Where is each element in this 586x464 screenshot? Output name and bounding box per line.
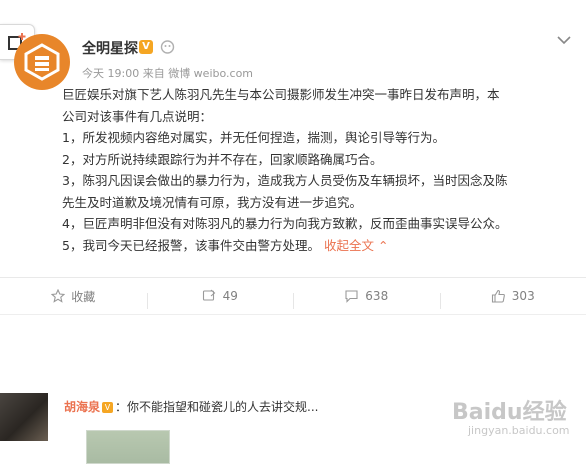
favorite-button[interactable]: 收藏	[0, 288, 147, 305]
post-paragraph: 4，巨匠声明非但没有对陈羽凡的暴力行为向我方致歉，反而歪曲事实误导公众。	[62, 213, 582, 235]
action-bar: 收藏 49 638 303	[0, 278, 586, 314]
watermark: Baidu经验 jingyan.baidu.com	[452, 394, 582, 450]
comment-count: 638	[365, 289, 388, 303]
collapse-arrow-icon: ⌃	[378, 238, 388, 253]
post-paragraph-text: 5，我司今天已经报警，该事件交由警方处理。	[62, 238, 320, 253]
like-count: 303	[512, 289, 535, 303]
section-separator	[0, 314, 586, 371]
member-icon[interactable]	[160, 40, 175, 54]
thumbs-up-icon	[491, 289, 506, 303]
post-body: 巨匠娱乐对旗下艺人陈羽凡先生与本公司摄影师发生冲突一事昨日发布声明，本 公司对该…	[62, 84, 582, 256]
post-paragraph: 1，所发视频内容绝对属实，并无任何捏造，揣测，舆论引导等行为。	[62, 127, 582, 149]
post-paragraph: 公司对该事件有几点说明：	[62, 106, 582, 128]
comment-verified-badge: V	[102, 402, 113, 413]
collapse-label: 收起全文	[324, 238, 374, 253]
author-name[interactable]: 全明星探	[82, 38, 138, 58]
post-paragraph: 2，对方所说持续跟踪行为并不存在，回家顺路确属巧合。	[62, 149, 582, 171]
post-paragraph-last: 5，我司今天已经报警，该事件交由警方处理。 收起全文 ⌃	[62, 235, 582, 257]
comment-icon	[344, 289, 359, 303]
favorite-label: 收藏	[71, 288, 95, 305]
comment-username[interactable]: 胡海泉	[64, 400, 100, 414]
comment: 胡海泉V：你不能指望和碰瓷儿的人去讲交规...	[64, 398, 318, 415]
like-button[interactable]: 303	[440, 289, 586, 303]
comment-text: ：你不能指望和碰瓷儿的人去讲交规...	[115, 400, 318, 414]
post-meta: 今天 19:00 来自 微博 weibo.com	[82, 65, 253, 81]
author-avatar[interactable]	[14, 34, 70, 90]
watermark-main: Baidu经验	[452, 394, 582, 426]
repost-icon	[202, 289, 217, 303]
watermark-sub: jingyan.baidu.com	[468, 424, 582, 437]
comment-avatar[interactable]	[0, 393, 48, 441]
star-icon	[51, 289, 65, 303]
post-paragraph: 先生及时道歉及境况情有可原，我方没有进一步追究。	[62, 192, 582, 214]
chevron-down-icon[interactable]	[556, 34, 572, 46]
collapse-link[interactable]: 收起全文 ⌃	[324, 238, 388, 253]
author-logo	[22, 42, 62, 82]
verified-badge: V	[139, 40, 153, 54]
post-paragraph: 巨匠娱乐对旗下艺人陈羽凡先生与本公司摄影师发生冲突一事昨日发布声明，本	[62, 84, 582, 106]
comment-button[interactable]: 638	[293, 289, 440, 303]
repost-button[interactable]: 49	[147, 289, 294, 303]
repost-count: 49	[223, 289, 238, 303]
post-paragraph: 3，陈羽凡因误会做出的暴力行为，造成我方人员受伤及车辆损坏，当时因念及陈	[62, 170, 582, 192]
